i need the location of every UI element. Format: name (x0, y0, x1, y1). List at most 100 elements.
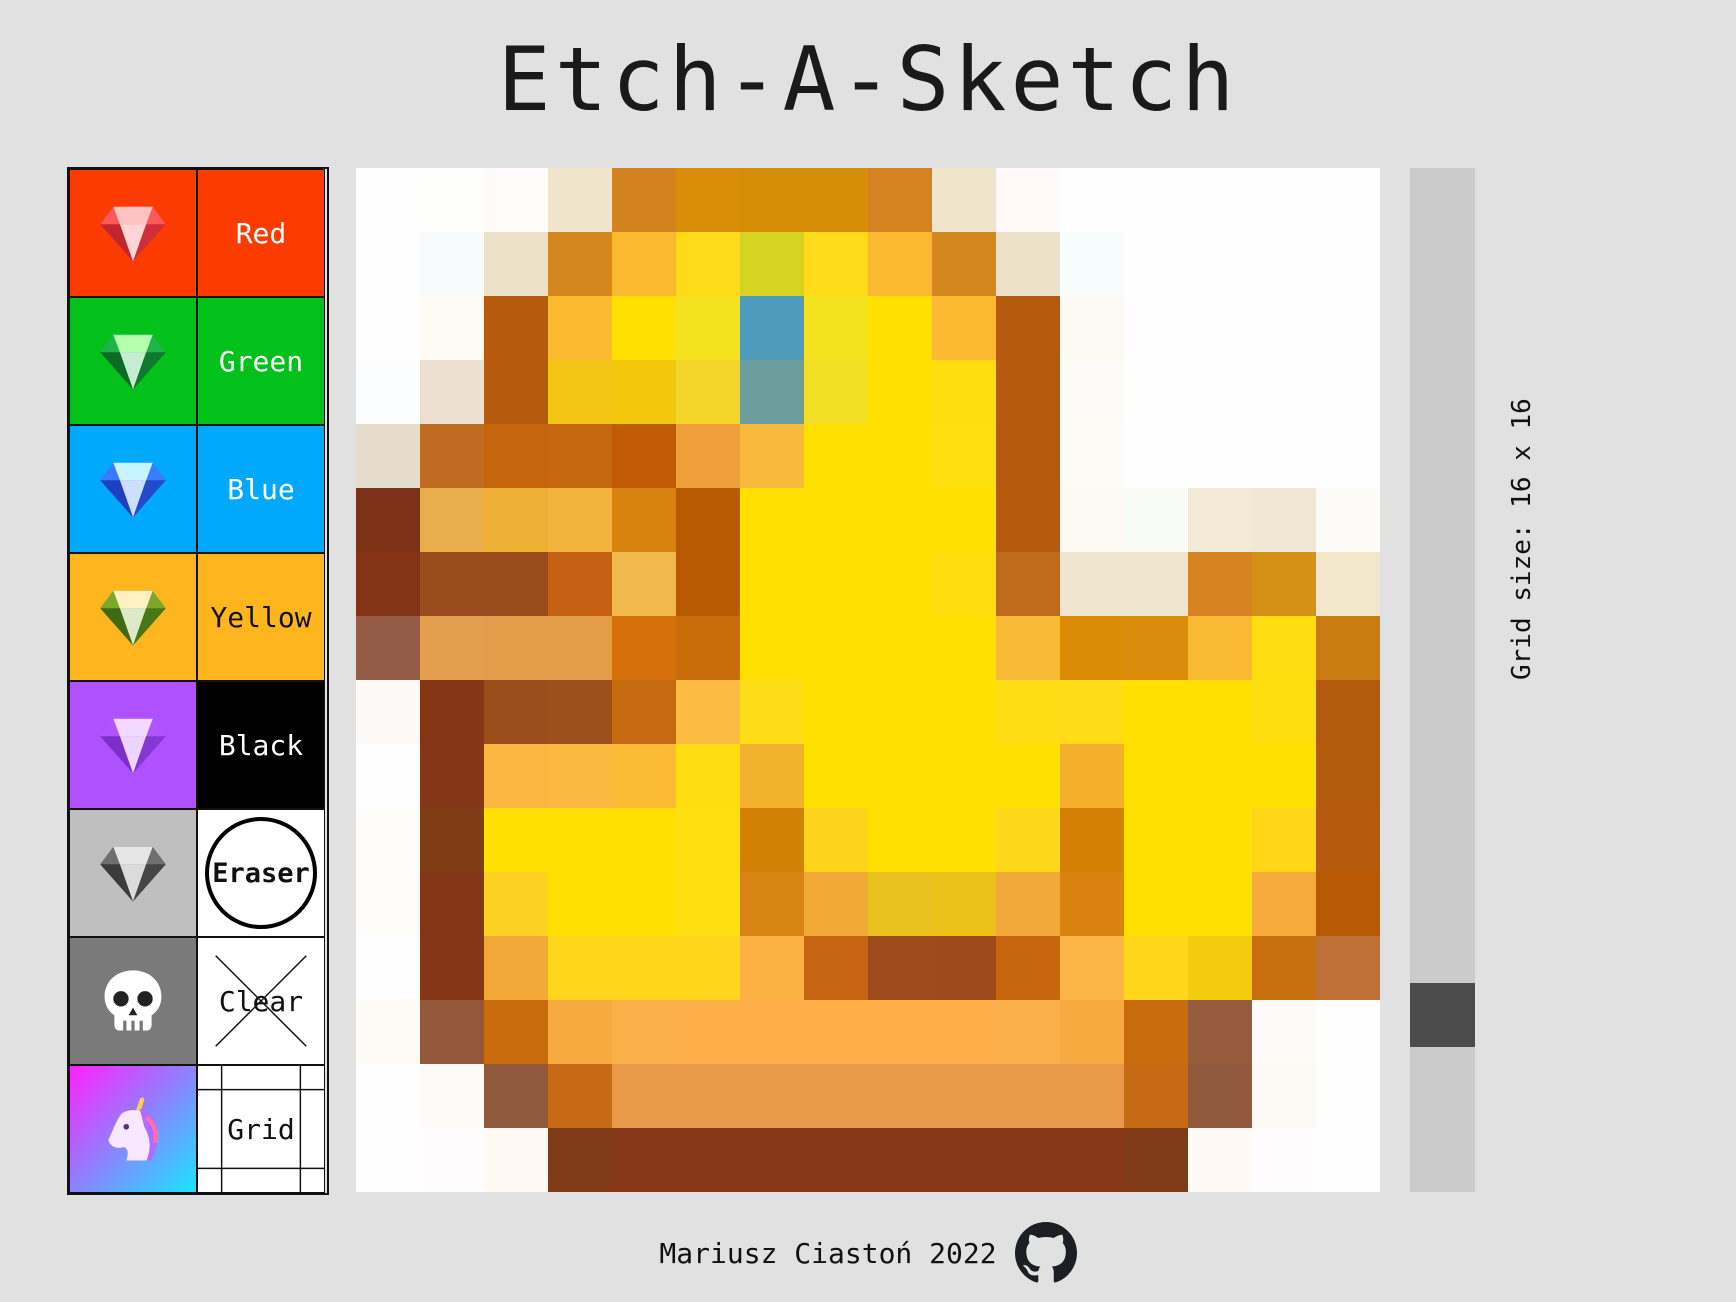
board-cell[interactable] (1060, 1064, 1124, 1128)
board-cell[interactable] (676, 872, 740, 936)
board-cell[interactable] (1252, 1064, 1316, 1128)
board-cell[interactable] (932, 872, 996, 936)
board-cell[interactable] (740, 424, 804, 488)
board-cell[interactable] (356, 424, 420, 488)
board-cell[interactable] (356, 168, 420, 232)
board-cell[interactable] (356, 936, 420, 1000)
board-cell[interactable] (868, 744, 932, 808)
board-cell[interactable] (868, 1000, 932, 1064)
board-cell[interactable] (548, 1128, 612, 1192)
color-button-red[interactable]: Red (197, 169, 325, 297)
board-cell[interactable] (868, 1128, 932, 1192)
board-cell[interactable] (740, 296, 804, 360)
board-cell[interactable] (804, 616, 868, 680)
skull-tile[interactable] (69, 937, 197, 1065)
board-cell[interactable] (996, 616, 1060, 680)
board-cell[interactable] (676, 616, 740, 680)
board-cell[interactable] (932, 1000, 996, 1064)
board-cell[interactable] (548, 552, 612, 616)
board-cell[interactable] (1124, 1000, 1188, 1064)
board-cell[interactable] (740, 936, 804, 1000)
eraser-button[interactable]: Eraser (197, 809, 325, 937)
board-cell[interactable] (420, 296, 484, 360)
board-cell[interactable] (1316, 680, 1380, 744)
board-cell[interactable] (932, 680, 996, 744)
board-cell[interactable] (996, 168, 1060, 232)
board-cell[interactable] (1124, 936, 1188, 1000)
board-cell[interactable] (548, 168, 612, 232)
board-cell[interactable] (932, 616, 996, 680)
board-cell[interactable] (1060, 936, 1124, 1000)
board-cell[interactable] (1060, 296, 1124, 360)
color-button-yellow[interactable]: Yellow (197, 553, 325, 681)
board-cell[interactable] (1060, 1000, 1124, 1064)
board-cell[interactable] (548, 872, 612, 936)
board-cell[interactable] (1188, 552, 1252, 616)
gem-tile-blue[interactable] (69, 425, 197, 553)
board-cell[interactable] (612, 168, 676, 232)
board-cell[interactable] (548, 296, 612, 360)
board-cell[interactable] (676, 296, 740, 360)
board-cell[interactable] (548, 424, 612, 488)
board-cell[interactable] (1188, 1128, 1252, 1192)
board-cell[interactable] (612, 744, 676, 808)
board-cell[interactable] (1252, 168, 1316, 232)
board-cell[interactable] (612, 680, 676, 744)
color-button-green[interactable]: Green (197, 297, 325, 425)
board-cell[interactable] (1252, 872, 1316, 936)
board-cell[interactable] (484, 1000, 548, 1064)
board-cell[interactable] (676, 1064, 740, 1128)
board-cell[interactable] (1188, 616, 1252, 680)
board-cell[interactable] (1316, 360, 1380, 424)
board-cell[interactable] (868, 232, 932, 296)
board-cell[interactable] (548, 808, 612, 872)
board-cell[interactable] (548, 744, 612, 808)
board-cell[interactable] (484, 680, 548, 744)
board-cell[interactable] (1316, 936, 1380, 1000)
board-cell[interactable] (1188, 936, 1252, 1000)
board-cell[interactable] (932, 1128, 996, 1192)
board-cell[interactable] (868, 424, 932, 488)
board-cell[interactable] (868, 680, 932, 744)
board-cell[interactable] (676, 232, 740, 296)
board-cell[interactable] (420, 232, 484, 296)
board-cell[interactable] (548, 1000, 612, 1064)
board-cell[interactable] (1252, 808, 1316, 872)
board-cell[interactable] (1188, 424, 1252, 488)
board-cell[interactable] (1316, 424, 1380, 488)
board-cell[interactable] (996, 936, 1060, 1000)
board-cell[interactable] (996, 552, 1060, 616)
board-cell[interactable] (1124, 808, 1188, 872)
board-cell[interactable] (356, 232, 420, 296)
board-cell[interactable] (932, 744, 996, 808)
board-cell[interactable] (1124, 680, 1188, 744)
rainbow-tile[interactable] (69, 1065, 197, 1193)
grid-toggle-button[interactable]: Grid (197, 1065, 325, 1193)
board-cell[interactable] (1124, 1128, 1188, 1192)
board-cell[interactable] (612, 232, 676, 296)
board-cell[interactable] (740, 1128, 804, 1192)
gem-tile-green[interactable] (69, 297, 197, 425)
board-cell[interactable] (1316, 1128, 1380, 1192)
board-cell[interactable] (1124, 488, 1188, 552)
board-cell[interactable] (1252, 680, 1316, 744)
board-cell[interactable] (868, 936, 932, 1000)
board-cell[interactable] (932, 168, 996, 232)
board-cell[interactable] (356, 680, 420, 744)
board-cell[interactable] (740, 872, 804, 936)
board-cell[interactable] (1252, 616, 1316, 680)
board-cell[interactable] (356, 1064, 420, 1128)
gem-tile-red[interactable] (69, 169, 197, 297)
board-cell[interactable] (996, 872, 1060, 936)
board-cell[interactable] (356, 488, 420, 552)
board-cell[interactable] (996, 808, 1060, 872)
board-cell[interactable] (548, 360, 612, 424)
board-cell[interactable] (1124, 616, 1188, 680)
board-cell[interactable] (1316, 552, 1380, 616)
board-cell[interactable] (1188, 680, 1252, 744)
board-cell[interactable] (484, 808, 548, 872)
board-cell[interactable] (932, 232, 996, 296)
board-cell[interactable] (1252, 232, 1316, 296)
board-cell[interactable] (548, 936, 612, 1000)
board-cell[interactable] (1124, 552, 1188, 616)
